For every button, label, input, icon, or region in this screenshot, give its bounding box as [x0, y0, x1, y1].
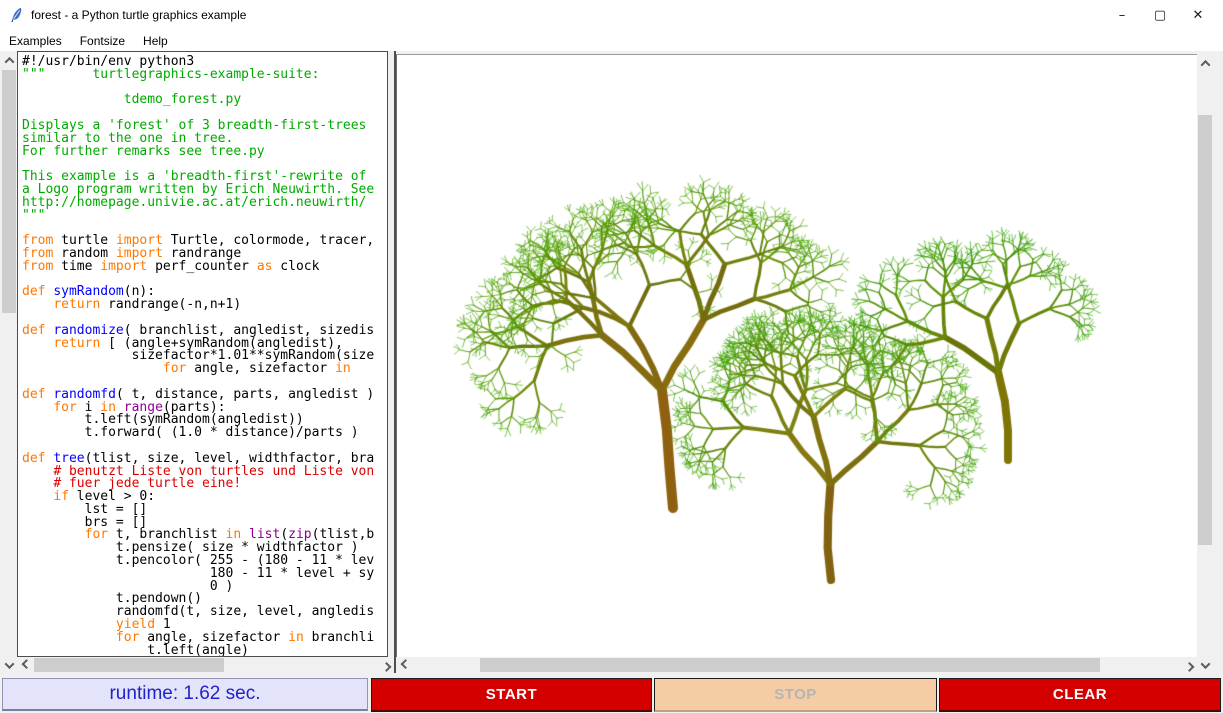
turtle-canvas	[398, 56, 1197, 657]
runtime-label: runtime: 1.62 sec.	[2, 678, 368, 711]
code-text[interactable]: #!/usr/bin/env python3""" turtlegraphics…	[17, 51, 388, 657]
canvas-vscroll-thumb[interactable]	[1198, 115, 1212, 545]
code-lines: #!/usr/bin/env python3""" turtlegraphics…	[22, 56, 374, 657]
scroll-right-arrow[interactable]	[378, 657, 394, 673]
minimize-button[interactable]: –	[1103, 0, 1141, 31]
code-hscrollbar[interactable]	[18, 657, 394, 673]
window-controls: – ▢ ✕	[1103, 0, 1217, 31]
code-vscrollbar[interactable]	[1, 52, 17, 673]
menu-item-fontsize[interactable]: Fontsize	[71, 32, 134, 50]
app-window: forest - a Python turtle graphics exampl…	[0, 0, 1223, 713]
scroll-down-arrow[interactable]	[1, 657, 17, 673]
titlebar: forest - a Python turtle graphics exampl…	[0, 0, 1223, 31]
stop-button[interactable]: STOP	[654, 678, 937, 712]
chevron-right-icon	[381, 661, 391, 671]
chevron-left-icon	[400, 659, 410, 669]
start-button[interactable]: START	[371, 678, 652, 712]
canvas-vscrollbar[interactable]	[1197, 55, 1213, 673]
canvas-hscroll-thumb[interactable]	[480, 658, 1100, 672]
scroll-left-arrow[interactable]	[397, 657, 413, 673]
scroll-down-arrow[interactable]	[1197, 657, 1213, 673]
canvas-panel	[396, 54, 1197, 657]
clear-button[interactable]: CLEAR	[939, 678, 1221, 712]
window-title: forest - a Python turtle graphics exampl…	[31, 0, 246, 31]
menu-item-help[interactable]: Help	[134, 32, 177, 50]
scroll-left-arrow[interactable]	[18, 657, 34, 673]
maximize-button[interactable]: ▢	[1141, 0, 1179, 31]
chevron-down-icon	[1200, 659, 1210, 669]
status-bar: runtime: 1.62 sec. START STOP CLEAR	[0, 676, 1223, 713]
code-vscroll-thumb[interactable]	[2, 70, 16, 313]
scroll-right-arrow[interactable]	[1181, 657, 1197, 673]
chevron-up-icon	[1200, 59, 1210, 69]
chevron-right-icon	[1184, 661, 1194, 671]
scroll-up-arrow[interactable]	[1, 52, 17, 68]
canvas-hscrollbar[interactable]	[397, 657, 1197, 673]
feather-icon	[9, 7, 25, 23]
chevron-left-icon	[21, 659, 31, 669]
close-button[interactable]: ✕	[1179, 0, 1217, 31]
chevron-up-icon	[4, 56, 14, 66]
code-hscroll-thumb[interactable]	[34, 658, 224, 672]
scroll-up-arrow[interactable]	[1197, 55, 1213, 71]
menubar: Examples Fontsize Help	[0, 31, 1223, 51]
menu-item-examples[interactable]: Examples	[0, 32, 71, 50]
chevron-down-icon	[4, 659, 14, 669]
